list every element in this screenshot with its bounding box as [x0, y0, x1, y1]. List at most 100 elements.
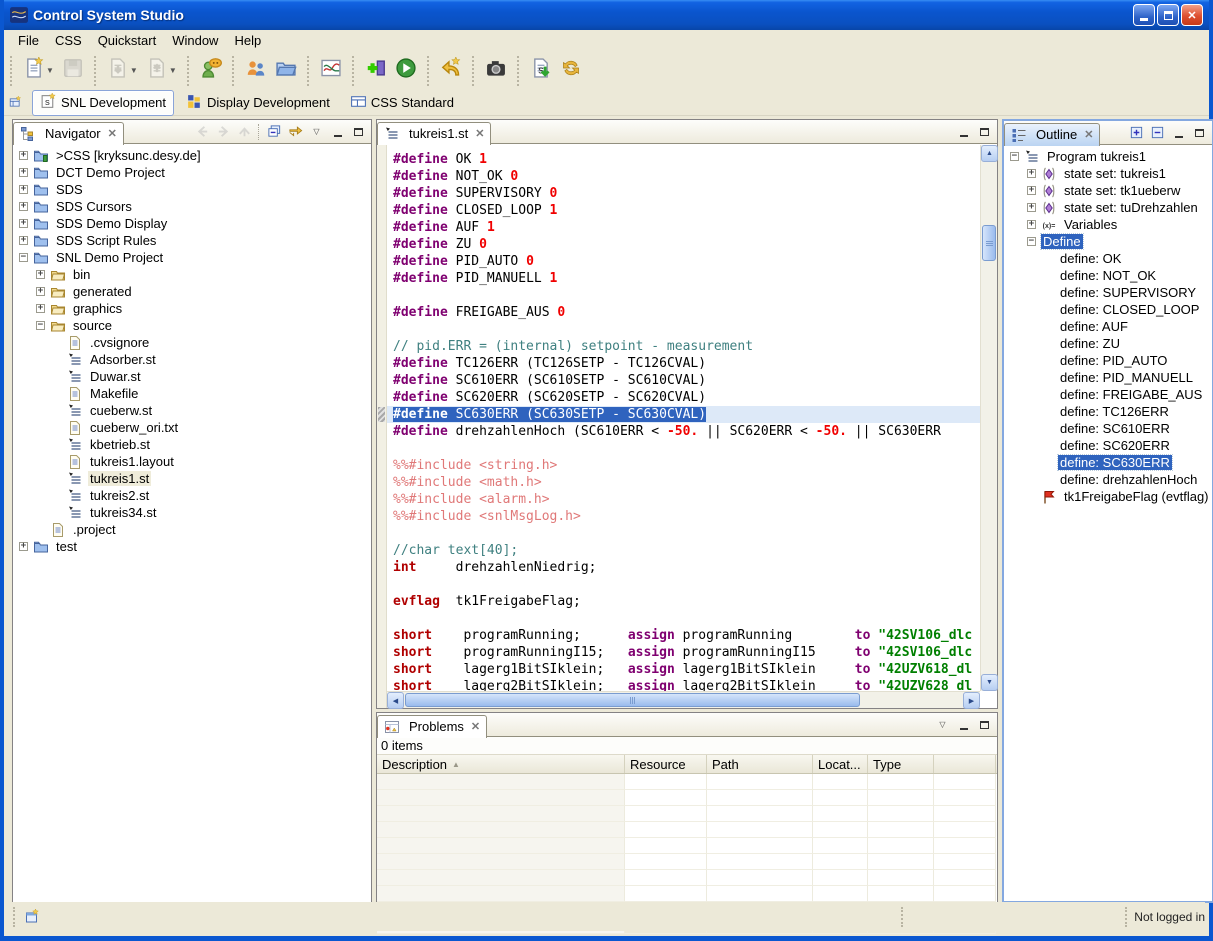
minimize-button[interactable]: [1133, 4, 1155, 26]
link-with-editor-button[interactable]: [286, 123, 305, 141]
expand-icon[interactable]: +: [36, 270, 45, 279]
scroll-up-icon[interactable]: ▲: [981, 145, 998, 162]
code-line-21[interactable]: %%#include <alarm.h>: [393, 491, 997, 508]
navigator-item-tukreis1-layout[interactable]: tukreis1.layout: [13, 453, 371, 470]
navigator-item-graphics[interactable]: +graphics: [13, 300, 371, 317]
expand-icon[interactable]: +: [19, 219, 28, 228]
users-button[interactable]: [241, 56, 271, 86]
outline-item-state-set-tukreis1[interactable]: +state set: tukreis1: [1004, 165, 1212, 182]
nav-up-button[interactable]: [235, 123, 254, 141]
navigator-item-dct-demo-project[interactable]: +DCT Demo Project: [13, 164, 371, 181]
tab-editor-tukreis1[interactable]: tukreis1.st ✕: [377, 122, 491, 145]
navigator-item-kbetrieb-st[interactable]: kbetrieb.st: [13, 436, 371, 453]
navigator-item-source[interactable]: −source: [13, 317, 371, 334]
maximize-view-button[interactable]: [975, 123, 994, 141]
outline-item-define-not-ok[interactable]: define: NOT_OK: [1004, 267, 1212, 284]
collapse-all-button[interactable]: [1148, 124, 1167, 142]
checkin-button[interactable]: ▼: [103, 56, 142, 86]
checkout-button[interactable]: ▼: [142, 56, 181, 86]
data-browser-button[interactable]: [316, 56, 346, 86]
minimize-view-button[interactable]: [328, 123, 347, 141]
code-line-5[interactable]: #define AUF 1: [393, 219, 997, 236]
code-line-12[interactable]: // pid.ERR = (internal) setpoint - measu…: [393, 338, 997, 355]
minimize-view-button[interactable]: [954, 123, 973, 141]
outline-item-variables[interactable]: +(x)=Variables: [1004, 216, 1212, 233]
close-button[interactable]: ✕: [1181, 4, 1203, 26]
navigator-item-snl-demo-project[interactable]: −SNL Demo Project: [13, 249, 371, 266]
column-header-locat-[interactable]: Locat...: [813, 755, 868, 773]
navigator-item-makefile[interactable]: Makefile: [13, 385, 371, 402]
code-line-2[interactable]: #define NOT_OK 0: [393, 168, 997, 185]
column-header-resource[interactable]: Resource: [625, 755, 707, 773]
maximize-button[interactable]: [1157, 4, 1179, 26]
navigator-item-test[interactable]: +test: [13, 538, 371, 555]
maximize-view-button[interactable]: [975, 716, 994, 734]
view-menu-icon[interactable]: ▽: [307, 123, 326, 141]
column-header-type[interactable]: Type: [868, 755, 934, 773]
chevron-down-icon[interactable]: ▼: [130, 66, 138, 75]
outline-item-state-set-tudrehzahlen[interactable]: +state set: tuDrehzahlen: [1004, 199, 1212, 216]
perspective-css-standard[interactable]: CSS Standard: [342, 90, 462, 116]
chat-button[interactable]: [196, 56, 226, 86]
expand-icon[interactable]: +: [19, 168, 28, 177]
navigator-item-cueberw-st[interactable]: cueberw.st: [13, 402, 371, 419]
code-line-30[interactable]: short programRunningI15; assign programR…: [393, 644, 997, 661]
scrollbar-thumb[interactable]: [405, 693, 860, 707]
menu-help[interactable]: Help: [226, 31, 269, 50]
scrollbar-thumb[interactable]: [982, 225, 996, 261]
outline-item-define-pid-manuell[interactable]: define: PID_MANUELL: [1004, 369, 1212, 386]
tab-problems[interactable]: Problems ✕: [377, 715, 487, 738]
outline-item-define-closed-loop[interactable]: define: CLOSED_LOOP: [1004, 301, 1212, 318]
collapse-icon[interactable]: −: [1010, 152, 1019, 161]
expand-icon[interactable]: +: [1027, 220, 1036, 229]
refresh-button[interactable]: [556, 56, 586, 86]
code-line-14[interactable]: #define SC610ERR (SC610SETP - SC610CVAL): [393, 372, 997, 389]
expand-icon[interactable]: +: [19, 202, 28, 211]
run-button[interactable]: [391, 56, 421, 86]
code-line-25[interactable]: int drehzahlenNiedrig;: [393, 559, 997, 576]
code-line-31[interactable]: short lagerg1BitSIklein; assign lagerg1B…: [393, 661, 997, 678]
navigator-item-sds-demo-display[interactable]: +SDS Demo Display: [13, 215, 371, 232]
outline-item-define-sc630err[interactable]: define: SC630ERR: [1004, 454, 1212, 471]
code-line-3[interactable]: #define SUPERVISORY 0: [393, 185, 997, 202]
minimize-view-button[interactable]: [954, 716, 973, 734]
code-line-28[interactable]: [393, 610, 997, 627]
menu-quickstart[interactable]: Quickstart: [90, 31, 165, 50]
outline-item-define-drehzahlenhoch[interactable]: define: drehzahlenHoch: [1004, 471, 1212, 488]
column-header-path[interactable]: Path: [707, 755, 813, 773]
outline-item-define-zu[interactable]: define: ZU: [1004, 335, 1212, 352]
navigator-item-bin[interactable]: +bin: [13, 266, 371, 283]
code-line-4[interactable]: #define CLOSED_LOOP 1: [393, 202, 997, 219]
outline-item-define[interactable]: −Define: [1004, 233, 1212, 250]
navigator-item-project[interactable]: .project: [13, 521, 371, 538]
collapse-icon[interactable]: −: [36, 321, 45, 330]
code-line-23[interactable]: [393, 525, 997, 542]
code-area[interactable]: #define OK 1#define NOT_OK 0#define SUPE…: [387, 145, 997, 708]
maximize-view-button[interactable]: [349, 123, 368, 141]
code-line-8[interactable]: #define PID_MANUELL 1: [393, 270, 997, 287]
outline-item-define-pid-auto[interactable]: define: PID_AUTO: [1004, 352, 1212, 369]
collapse-icon[interactable]: −: [19, 253, 28, 262]
menu-css[interactable]: CSS: [47, 31, 90, 50]
code-line-26[interactable]: [393, 576, 997, 593]
scroll-down-icon[interactable]: ▼: [981, 674, 998, 691]
code-line-29[interactable]: short programRunning; assign programRunn…: [393, 627, 997, 644]
screenshot-button[interactable]: [481, 56, 511, 86]
maximize-view-button[interactable]: [1190, 124, 1209, 142]
outline-item-define-ok[interactable]: define: OK: [1004, 250, 1212, 267]
code-line-6[interactable]: #define ZU 0: [393, 236, 997, 253]
back-history-button[interactable]: [436, 56, 466, 86]
outline-item-tk1freigabeflag-evtflag[interactable]: tk1FreigabeFlag (evtflag): [1004, 488, 1212, 505]
minimize-view-button[interactable]: [1169, 124, 1188, 142]
view-menu-icon[interactable]: ▽: [933, 716, 952, 734]
navigator-item-sds-script-rules[interactable]: +SDS Script Rules: [13, 232, 371, 249]
scroll-right-icon[interactable]: ▶: [963, 692, 980, 709]
expand-icon[interactable]: +: [1027, 203, 1036, 212]
open-file-button[interactable]: [271, 56, 301, 86]
code-line-17[interactable]: #define drehzahlenHoch (SC610ERR < -50. …: [393, 423, 997, 440]
column-header-description[interactable]: Description▲: [377, 755, 625, 773]
nav-back-button[interactable]: [193, 123, 212, 141]
outline-item-define-sc620err[interactable]: define: SC620ERR: [1004, 437, 1212, 454]
column-header-spacer[interactable]: [934, 755, 996, 773]
navigator-item-tukreis34-st[interactable]: tukreis34.st: [13, 504, 371, 521]
